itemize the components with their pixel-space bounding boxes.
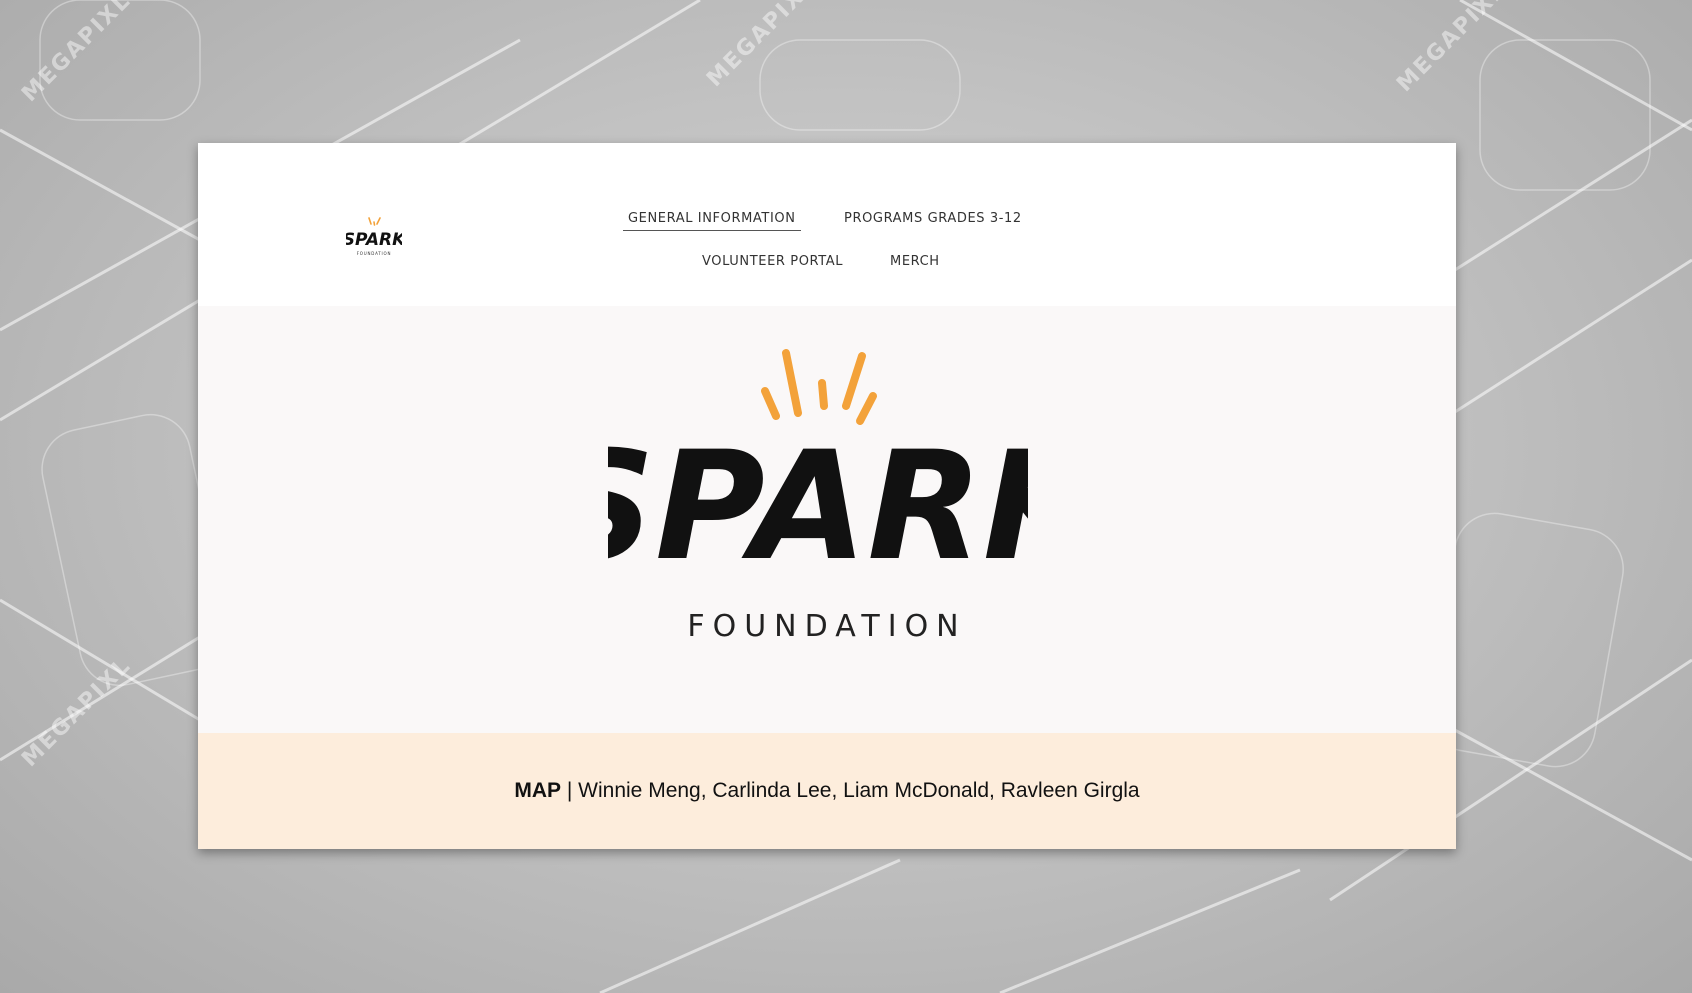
- credits-line: MAP | Winnie Meng, Carlinda Lee, Liam Mc…: [198, 779, 1456, 803]
- header-logo[interactable]: SPARK FOUNDATION: [346, 217, 402, 259]
- hero-subtitle: FOUNDATION: [687, 609, 967, 644]
- svg-text:SPARK: SPARK: [608, 420, 1028, 594]
- nav-programs-grades[interactable]: PROGRAMS GRADES 3-12: [844, 211, 1022, 226]
- svg-text:SPARK: SPARK: [346, 230, 402, 250]
- team-members: Winnie Meng, Carlinda Lee, Liam McDonald…: [578, 779, 1140, 802]
- credits-separator: |: [561, 779, 579, 802]
- svg-text:FOUNDATION: FOUNDATION: [357, 251, 392, 256]
- hero-section: SPARK FOUNDATION: [198, 306, 1456, 736]
- spark-rays-icon: [761, 349, 877, 425]
- nav-volunteer-portal[interactable]: VOLUNTEER PORTAL: [702, 254, 843, 269]
- team-name: MAP: [514, 779, 562, 802]
- website-frame: SPARK FOUNDATION GENERAL INFORMATION PRO…: [198, 143, 1456, 849]
- site-header: SPARK FOUNDATION GENERAL INFORMATION PRO…: [198, 143, 1456, 306]
- credits-bar: MAP | Winnie Meng, Carlinda Lee, Liam Mc…: [198, 733, 1456, 849]
- nav-merch[interactable]: MERCH: [890, 254, 940, 269]
- hero-logo: SPARK: [608, 349, 1028, 594]
- nav-general-information[interactable]: GENERAL INFORMATION: [623, 211, 801, 231]
